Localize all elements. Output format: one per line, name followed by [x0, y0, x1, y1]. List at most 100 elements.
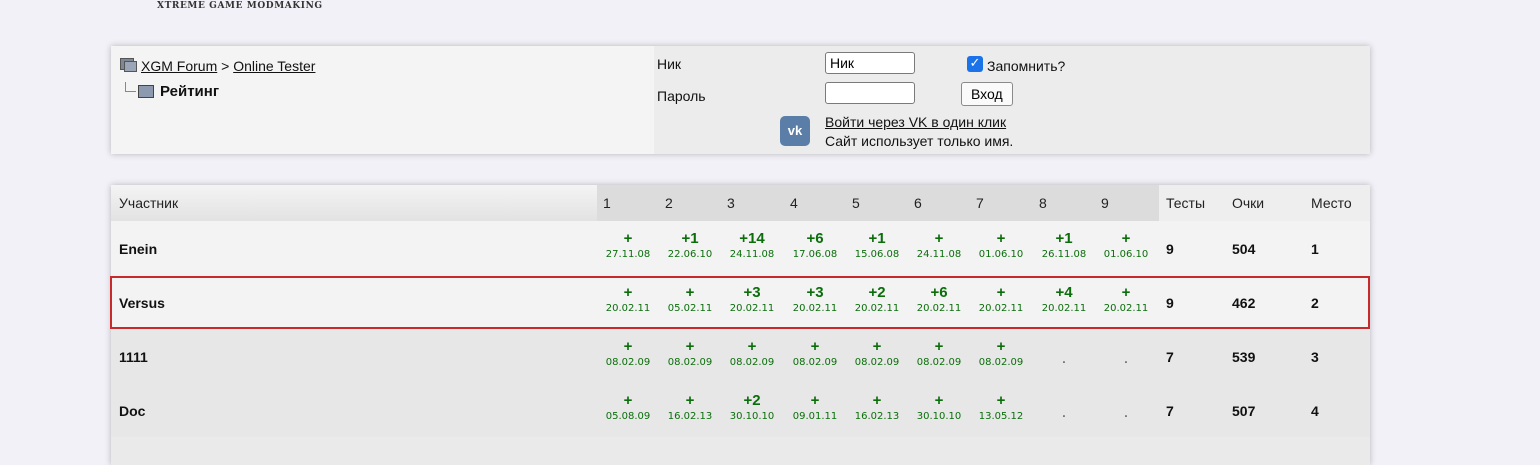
place-value: 1	[1311, 241, 1319, 257]
password-input[interactable]	[825, 82, 915, 104]
test-date: 20.02.11	[1041, 303, 1087, 314]
no-result-mark: .	[1061, 405, 1067, 421]
breadcrumb-link-forum[interactable]: XGM Forum	[141, 58, 217, 74]
header-panel: XGM Forum > Online Tester Рейтинг Ник ✓ …	[111, 46, 1370, 154]
test-date: 08.02.09	[605, 357, 651, 368]
test-date: 01.06.10	[978, 249, 1024, 260]
test-result-cell: .	[1033, 337, 1095, 367]
test-score: +2	[868, 284, 886, 301]
test-result-cell: +08.02.09	[659, 337, 721, 369]
login-form: Ник ✓ Запомнить? Пароль Вход vk Войти че…	[654, 46, 1370, 154]
test-score: +	[996, 284, 1006, 301]
header-points[interactable]: Очки	[1232, 195, 1264, 211]
login-button[interactable]: Вход	[961, 82, 1013, 106]
tests-count: 7	[1166, 349, 1174, 365]
page-title: Рейтинг	[160, 83, 220, 100]
test-date: 08.02.09	[792, 357, 838, 368]
test-score: +	[623, 338, 633, 355]
header-test-5[interactable]: 5	[852, 195, 860, 211]
table-row: Enein +27.11.08 +1 22.06.10 +14 24.11.08 +6 17.…	[111, 221, 1370, 275]
test-result-cell: +05.08.09	[597, 391, 659, 423]
no-result-mark: .	[1123, 351, 1129, 367]
test-date: 24.11.08	[729, 249, 775, 260]
test-date: 20.02.11	[978, 303, 1024, 314]
tests-count: 9	[1166, 295, 1174, 311]
place-value: 2	[1311, 295, 1319, 311]
place-value: 3	[1311, 349, 1319, 365]
header-test-2[interactable]: 2	[665, 195, 673, 211]
test-date: 15.06.08	[854, 249, 900, 260]
header-tests-count[interactable]: Тесты	[1166, 195, 1205, 211]
test-result-cell: +2 20.02.11	[846, 283, 908, 315]
header-tests-bg	[597, 185, 1159, 221]
test-score: +	[810, 392, 820, 409]
test-date: 27.11.08	[605, 249, 651, 260]
test-score: +1	[868, 230, 886, 247]
test-date: 20.02.11	[729, 303, 775, 314]
test-score: +6	[930, 284, 948, 301]
breadcrumb-link-online-tester[interactable]: Online Tester	[233, 58, 315, 74]
breadcrumb-current: Рейтинг	[125, 82, 219, 100]
table-row: Doc +05.08.09 +16.02.13 +2 30.10.10 +09.01.11…	[111, 383, 1370, 437]
participant-name[interactable]: Doc	[119, 403, 145, 419]
rating-table: Участник 1 2 3 4 5 6 7 8 9 Тесты Очки Ме…	[111, 185, 1370, 465]
vk-login-link[interactable]: Войти через VK в один клик	[825, 114, 1006, 130]
header-place[interactable]: Место	[1311, 195, 1352, 211]
test-result-cell: +01.06.10	[970, 229, 1032, 261]
test-score: +2	[743, 392, 761, 409]
remember-checkbox[interactable]: ✓	[967, 56, 983, 72]
test-score: +4	[1055, 284, 1073, 301]
vk-note: Сайт использует только имя.	[825, 133, 1014, 149]
test-date: 09.01.11	[792, 411, 838, 422]
table-row: 1111 +08.02.09 +08.02.09 +08.02.09 +08.02.09…	[111, 329, 1370, 383]
test-score: +	[685, 284, 695, 301]
header-test-8[interactable]: 8	[1039, 195, 1047, 211]
test-result-cell: +30.10.10	[908, 391, 970, 423]
folder-open-icon	[138, 83, 154, 98]
test-result-cell: +05.02.11	[659, 283, 721, 315]
header-test-4[interactable]: 4	[790, 195, 798, 211]
test-score: +	[623, 230, 633, 247]
test-score: +	[872, 338, 882, 355]
test-result-cell: +3 20.02.11	[784, 283, 846, 315]
test-score: +	[685, 338, 695, 355]
test-date: 22.06.10	[667, 249, 713, 260]
test-result-cell: +6 17.06.08	[784, 229, 846, 261]
test-result-cell: +1 26.11.08	[1033, 229, 1095, 261]
folder-icon	[120, 58, 137, 72]
test-score: +	[996, 392, 1006, 409]
nick-input[interactable]	[825, 52, 915, 74]
test-result-cell: +08.02.09	[846, 337, 908, 369]
participant-name[interactable]: Enein	[119, 241, 157, 257]
nick-label: Ник	[657, 56, 682, 72]
test-result-cell: +08.02.09	[970, 337, 1032, 369]
header-participant[interactable]: Участник	[119, 195, 178, 211]
test-date: 08.02.09	[854, 357, 900, 368]
test-score: +6	[806, 230, 824, 247]
header-test-6[interactable]: 6	[914, 195, 922, 211]
vk-icon[interactable]: vk	[780, 116, 810, 146]
test-score: +	[872, 392, 882, 409]
test-result-cell: +24.11.08	[908, 229, 970, 261]
test-result-cell: +3 20.02.11	[721, 283, 783, 315]
table-header: Участник 1 2 3 4 5 6 7 8 9 Тесты Очки Ме…	[111, 185, 1370, 221]
test-result-cell: +09.01.11	[784, 391, 846, 423]
tests-count: 9	[1166, 241, 1174, 257]
site-logo[interactable]: XTREME GAME MODMAKING	[157, 1, 323, 11]
participant-name[interactable]: Versus	[119, 295, 165, 311]
breadcrumb: XGM Forum > Online Tester Рейтинг	[111, 46, 654, 154]
test-date: 13.05.12	[978, 411, 1024, 422]
header-test-9[interactable]: 9	[1101, 195, 1109, 211]
header-test-1[interactable]: 1	[603, 195, 611, 211]
test-score: +	[623, 392, 633, 409]
header-test-3[interactable]: 3	[727, 195, 735, 211]
points-value: 539	[1232, 349, 1256, 365]
test-score: +	[810, 338, 820, 355]
test-date: 08.02.09	[978, 357, 1024, 368]
test-date: 20.02.11	[854, 303, 900, 314]
test-result-cell: +13.05.12	[970, 391, 1032, 423]
participant-name[interactable]: 1111	[119, 349, 148, 365]
test-result-cell: +20.02.11	[1095, 283, 1157, 315]
test-score: +1	[681, 230, 699, 247]
header-test-7[interactable]: 7	[976, 195, 984, 211]
